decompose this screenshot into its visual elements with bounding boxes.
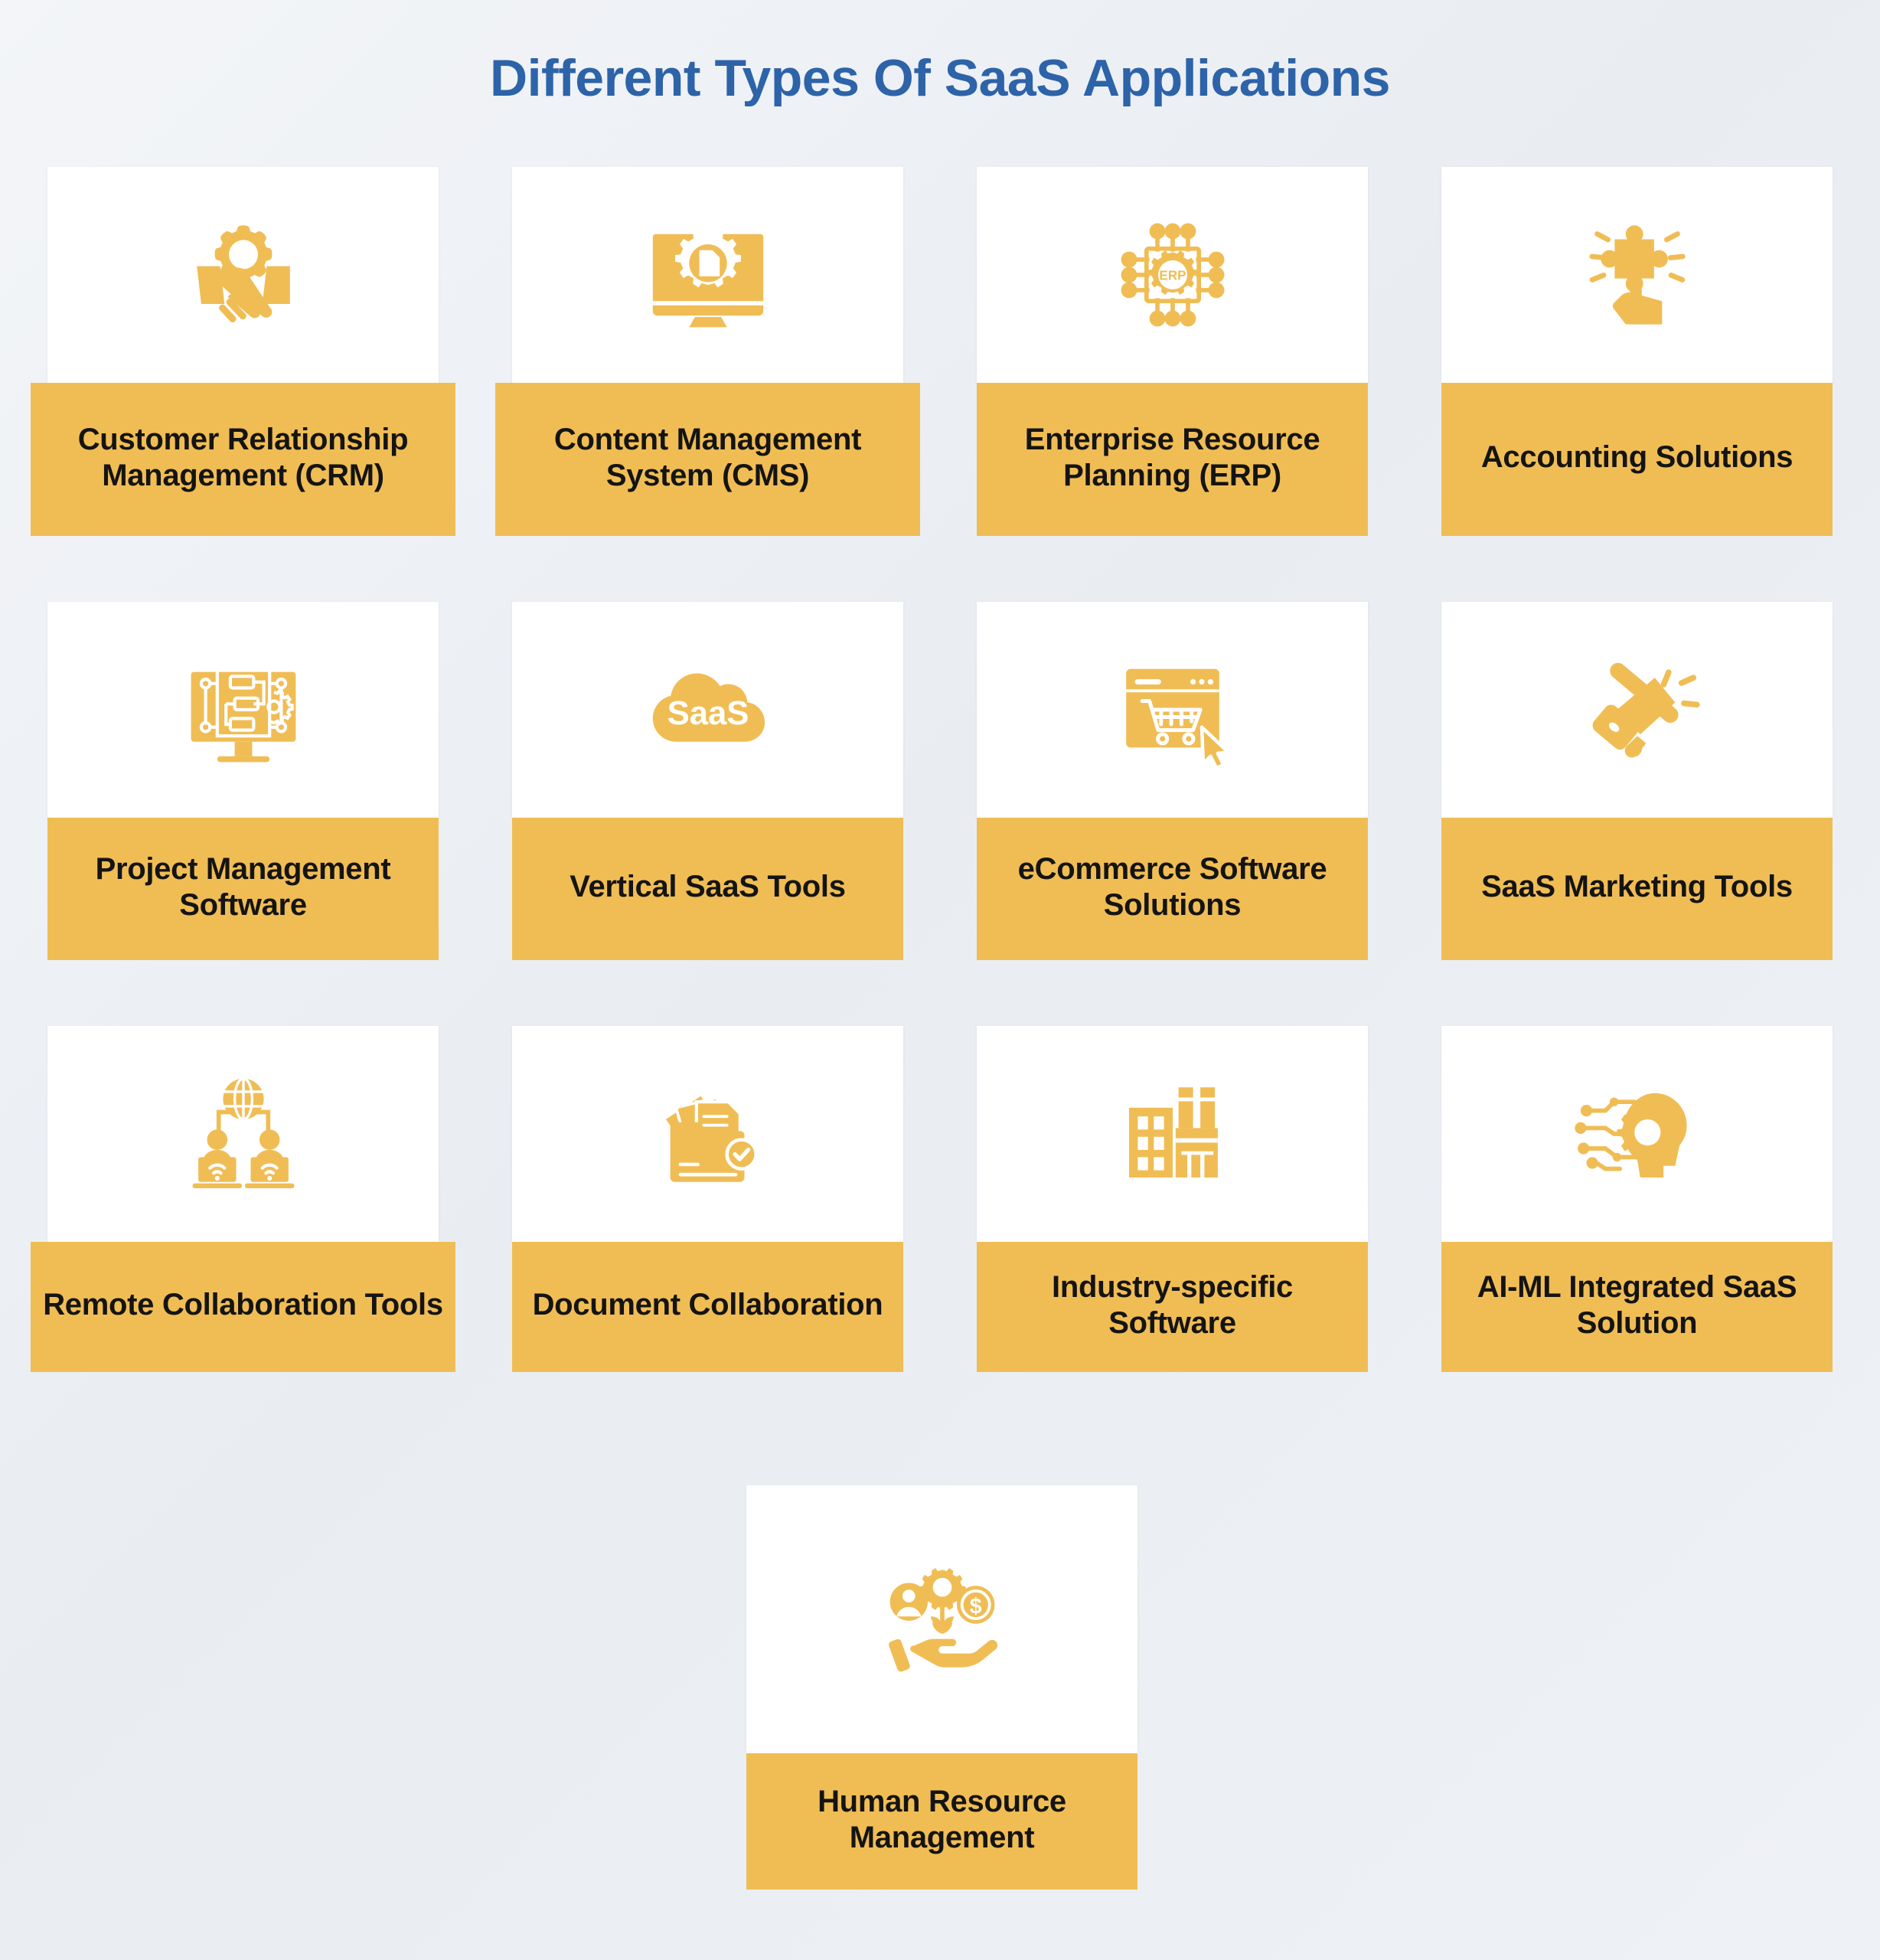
- card-accounting[interactable]: Accounting Solutions: [1441, 167, 1833, 536]
- card-icon-area: [977, 602, 1368, 818]
- card-label: Enterprise Resource Planning (ERP): [1024, 422, 1320, 492]
- card-caption: Accounting Solutions: [1441, 383, 1833, 536]
- ai-head-gear-circuit-icon: [1565, 1061, 1710, 1207]
- card-cms[interactable]: Content Management System (CMS): [495, 167, 920, 536]
- monitor-flowchart-gear-icon: [171, 637, 316, 782]
- card-human-resource-management[interactable]: $ Human Resource Management: [746, 1485, 1137, 1890]
- svg-text:$: $: [969, 1594, 981, 1619]
- card-icon-area: $: [746, 1485, 1137, 1753]
- card-ecommerce[interactable]: eCommerce Software Solutions: [977, 602, 1368, 960]
- card-icon-area: ERP: [977, 167, 1368, 383]
- card-project-management[interactable]: Project Management Software: [47, 602, 439, 960]
- card-saas-marketing[interactable]: SaaS Marketing Tools: [1441, 602, 1833, 960]
- card-grid: Customer Relationship Management (CRM) C…: [31, 167, 1833, 1372]
- card-icon-area: [1441, 1026, 1833, 1242]
- card-caption: Enterprise Resource Planning (ERP): [977, 383, 1368, 536]
- card-hrm-wrapper: $ Human Resource Management: [746, 1485, 1137, 1890]
- infographic-page: Different Types Of SaaS Applications Cus…: [0, 0, 1880, 1960]
- megaphone-icon: [1565, 637, 1710, 782]
- card-icon-area: [47, 1026, 439, 1242]
- card-label: Human Resource Management: [818, 1784, 1066, 1854]
- card-caption: Document Collaboration: [512, 1242, 903, 1372]
- browser-shopping-cart-cursor-icon: [1100, 637, 1245, 782]
- folder-documents-check-icon: [635, 1061, 781, 1207]
- card-icon-area: [512, 167, 903, 383]
- hand-puzzle-piece-icon: [1565, 202, 1710, 348]
- card-icon-area: [1441, 167, 1833, 383]
- card-industry-specific[interactable]: Industry-specific Software: [977, 1026, 1368, 1372]
- factory-building-icon: [1100, 1061, 1245, 1207]
- card-icon-area: [512, 1026, 903, 1242]
- card-label: Remote Collaboration Tools: [43, 1288, 443, 1322]
- card-erp[interactable]: ERP Enterprise Resource Planning (ERP): [977, 167, 1368, 536]
- card-caption: SaaS Marketing Tools: [1441, 818, 1833, 960]
- card-caption: Human Resource Management: [746, 1753, 1137, 1890]
- card-label: Vertical SaaS Tools: [570, 870, 846, 904]
- card-icon-area: [47, 602, 439, 818]
- card-label: AI-ML Integrated SaaS Solution: [1477, 1269, 1797, 1340]
- card-label: Accounting Solutions: [1480, 440, 1794, 475]
- card-remote-collaboration[interactable]: Remote Collaboration Tools: [31, 1026, 455, 1372]
- card-caption: Project Management Software: [47, 818, 439, 960]
- card-icon-area: [47, 167, 439, 383]
- page-title: Different Types Of SaaS Applications: [489, 49, 1391, 107]
- cpu-chip-erp-icon: ERP: [1100, 202, 1245, 348]
- card-label: Project Management Software: [95, 851, 391, 922]
- card-caption: eCommerce Software Solutions: [977, 818, 1368, 960]
- card-caption: AI-ML Integrated SaaS Solution: [1441, 1242, 1833, 1372]
- card-caption: Remote Collaboration Tools: [31, 1242, 455, 1372]
- cloud-saas-icon: SaaS: [635, 637, 781, 782]
- card-label: SaaS Marketing Tools: [1481, 870, 1793, 904]
- card-caption: Industry-specific Software: [977, 1242, 1368, 1372]
- card-vertical-saas[interactable]: SaaS Vertical SaaS Tools: [512, 602, 903, 960]
- card-caption: Vertical SaaS Tools: [512, 818, 903, 960]
- globe-people-laptops-wifi-icon: [171, 1061, 316, 1207]
- monitor-gear-document-icon: [635, 202, 781, 348]
- handshake-gear-icon: [171, 202, 316, 348]
- card-caption: Customer Relationship Management (CRM): [31, 383, 455, 536]
- card-icon-area: [977, 1026, 1368, 1242]
- card-caption: Content Management System (CMS): [495, 383, 920, 536]
- hand-person-gear-dollar-icon: $: [870, 1547, 1015, 1692]
- card-label: Content Management System (CMS): [553, 422, 862, 492]
- card-label: Document Collaboration: [532, 1288, 883, 1322]
- card-icon-area: SaaS: [512, 602, 903, 818]
- erp-icon-text: ERP: [1159, 269, 1186, 283]
- card-ai-ml[interactable]: AI-ML Integrated SaaS Solution: [1441, 1026, 1833, 1372]
- card-label: eCommerce Software Solutions: [1017, 851, 1327, 922]
- card-icon-area: [1441, 602, 1833, 818]
- card-label: Industry-specific Software: [1052, 1269, 1293, 1340]
- card-document-collaboration[interactable]: Document Collaboration: [512, 1026, 903, 1372]
- card-label: Customer Relationship Management (CRM): [77, 422, 409, 492]
- card-crm[interactable]: Customer Relationship Management (CRM): [31, 167, 455, 536]
- saas-icon-text: SaaS: [667, 694, 749, 732]
